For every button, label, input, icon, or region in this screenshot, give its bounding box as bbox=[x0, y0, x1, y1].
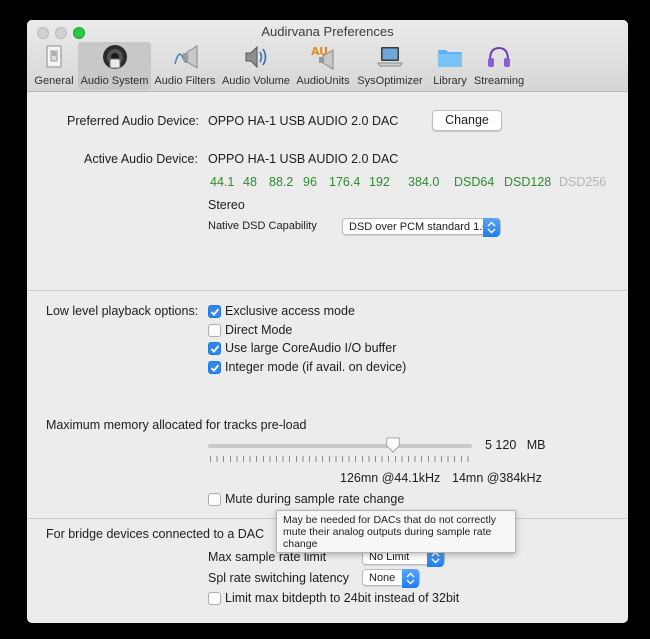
audio-filter-icon bbox=[174, 45, 198, 69]
limit-bitdepth-label: Limit max bitdepth to 24bit instead of 3… bbox=[225, 591, 460, 605]
window-title: Audirvana Preferences bbox=[261, 24, 394, 39]
direct-mode-checkbox[interactable] bbox=[208, 324, 221, 337]
sample-rate-44.1: 44.1 bbox=[210, 175, 235, 189]
dsd-capability-select[interactable]: DSD over PCM standard 1.0 bbox=[342, 218, 501, 237]
large-buffer-label: Use large CoreAudio I/O buffer bbox=[225, 341, 397, 355]
tab-sysoptimizer[interactable]: SysOptimizer bbox=[355, 42, 425, 90]
switching-latency-value: None bbox=[369, 572, 396, 584]
checkmark-icon bbox=[210, 345, 220, 353]
mute-tooltip: May be needed for DACs that do not corre… bbox=[276, 510, 516, 553]
sample-rate-dsd256: DSD256 bbox=[559, 175, 607, 189]
audio-units-icon: AU bbox=[311, 45, 334, 70]
limit-bitdepth-checkbox[interactable] bbox=[208, 592, 221, 605]
mute-rate-change-checkbox[interactable] bbox=[208, 493, 221, 506]
memory-slider-knob[interactable] bbox=[385, 437, 401, 453]
audio-system-pane: Preferred Audio Device: OPPO HA-1 USB AU… bbox=[27, 93, 628, 623]
switching-latency-label: Spl rate switching latency bbox=[208, 571, 350, 585]
preferred-device-value: OPPO HA-1 USB AUDIO 2.0 DAC bbox=[208, 114, 399, 128]
toolbar: Audirvana Preferences General Audio Syst… bbox=[27, 20, 628, 92]
headphones-icon bbox=[488, 46, 510, 67]
tab-general[interactable]: General bbox=[31, 42, 77, 90]
integer-mode-checkbox[interactable] bbox=[208, 361, 221, 374]
preferred-device-label: Preferred Audio Device: bbox=[67, 114, 200, 128]
tab-streaming[interactable]: Streaming bbox=[473, 42, 525, 90]
volume-icon bbox=[245, 45, 267, 69]
dsd-capability-value: DSD over PCM standard 1.0 bbox=[349, 221, 489, 233]
popup-arrows-icon bbox=[402, 569, 419, 588]
tab-audio-system[interactable]: Audio System bbox=[78, 42, 151, 90]
integer-mode-label: Integer mode (if avail. on device) bbox=[225, 360, 407, 374]
active-device-value: OPPO HA-1 USB AUDIO 2.0 DAC bbox=[208, 152, 399, 166]
tab-audio-filters[interactable]: Audio Filters bbox=[153, 42, 217, 90]
tab-audio-volume[interactable]: Audio Volume bbox=[221, 42, 291, 90]
speaker-icon bbox=[102, 45, 127, 69]
duration-384khz: 14mn @384kHz bbox=[452, 471, 542, 485]
tab-library[interactable]: Library bbox=[431, 42, 469, 90]
channels-value: Stereo bbox=[208, 198, 245, 212]
folder-icon bbox=[438, 50, 462, 67]
sample-rate-96: 96 bbox=[303, 175, 317, 189]
playback-options-label: Low level playback options: bbox=[46, 304, 199, 318]
laptop-icon bbox=[377, 47, 403, 67]
memory-slider-track[interactable] bbox=[208, 444, 472, 448]
direct-mode-label: Direct Mode bbox=[225, 323, 293, 337]
sample-rate-176.4: 176.4 bbox=[329, 175, 361, 189]
exclusive-access-checkbox[interactable] bbox=[208, 305, 221, 318]
dsd-capability-label: Native DSD Capability bbox=[208, 220, 317, 232]
sample-rate-384: 384.0 bbox=[408, 175, 440, 189]
section-divider bbox=[27, 290, 628, 291]
exclusive-access-label: Exclusive access mode bbox=[225, 304, 355, 318]
popup-arrows-icon bbox=[483, 218, 500, 237]
sample-rate-88.2: 88.2 bbox=[269, 175, 294, 189]
sample-rate-dsd128: DSD128 bbox=[504, 175, 552, 189]
sample-rate-48: 48 bbox=[243, 175, 257, 189]
memory-value: 5 120 MB bbox=[485, 438, 546, 452]
sample-rate-dsd64: DSD64 bbox=[454, 175, 495, 189]
tab-audio-units[interactable]: AU AudioUnits bbox=[295, 42, 351, 90]
switching-latency-select[interactable]: None bbox=[362, 569, 420, 588]
change-device-button[interactable]: Change bbox=[432, 110, 502, 131]
sample-rate-192: 192 bbox=[369, 175, 390, 189]
active-device-label: Active Audio Device: bbox=[84, 152, 198, 166]
memory-label: Maximum memory allocated for tracks pre-… bbox=[46, 418, 307, 432]
memory-slider-ticks bbox=[210, 456, 472, 462]
bridge-label: For bridge devices connected to a DAC bbox=[46, 527, 265, 541]
checkmark-icon bbox=[210, 308, 220, 316]
general-switch-icon bbox=[46, 45, 62, 68]
mute-rate-change-label: Mute during sample rate change bbox=[225, 492, 405, 506]
checkmark-icon bbox=[210, 364, 220, 372]
large-buffer-checkbox[interactable] bbox=[208, 342, 221, 355]
duration-44khz: 126mn @44.1kHz bbox=[340, 471, 441, 485]
preferences-window: Audirvana Preferences General Audio Syst… bbox=[27, 20, 628, 623]
